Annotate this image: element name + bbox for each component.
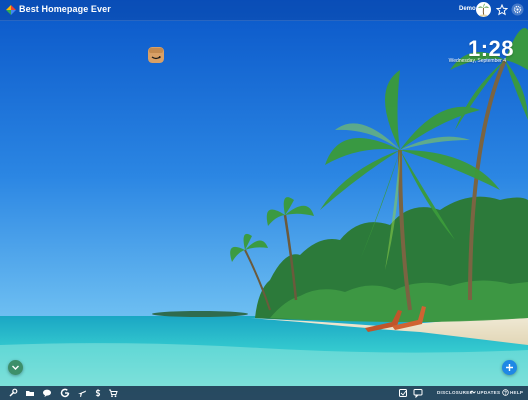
note-icon[interactable] (398, 388, 408, 398)
help-link[interactable]: HELP (510, 390, 523, 395)
chevron-down-icon (12, 365, 19, 370)
google-icon[interactable] (60, 388, 70, 398)
amazon-box-icon[interactable] (148, 47, 164, 63)
avatar-palm-icon (478, 3, 489, 17)
add-button[interactable] (502, 360, 517, 375)
star-icon[interactable] (496, 4, 508, 16)
folder-icon[interactable] (25, 388, 35, 398)
updates-link[interactable]: UPDATES (477, 390, 500, 395)
plus-icon (506, 364, 513, 371)
user-name[interactable]: Demo (459, 6, 476, 12)
updates-icon (469, 390, 476, 394)
dollar-icon[interactable] (93, 388, 103, 398)
help-icon (502, 389, 509, 396)
wrench-icon[interactable] (8, 388, 18, 398)
clock-date: Wednesday, September 4 (448, 58, 506, 64)
logo-icon[interactable] (6, 5, 16, 15)
gear-icon[interactable] (511, 3, 524, 16)
chat-icon[interactable] (42, 388, 52, 398)
brand-title[interactable]: Best Homepage Ever (19, 4, 111, 14)
avatar[interactable] (476, 2, 491, 17)
message-icon[interactable] (413, 388, 423, 398)
top-bar: Best Homepage Ever Demo (0, 0, 528, 21)
collapse-button[interactable] (8, 360, 23, 375)
disclosures-link[interactable]: DISCLOSURES (437, 390, 473, 395)
flight-icon[interactable] (77, 388, 87, 398)
cart-icon[interactable] (108, 388, 118, 398)
bottom-bar: DISCLOSURES UPDATES HELP (0, 386, 528, 400)
